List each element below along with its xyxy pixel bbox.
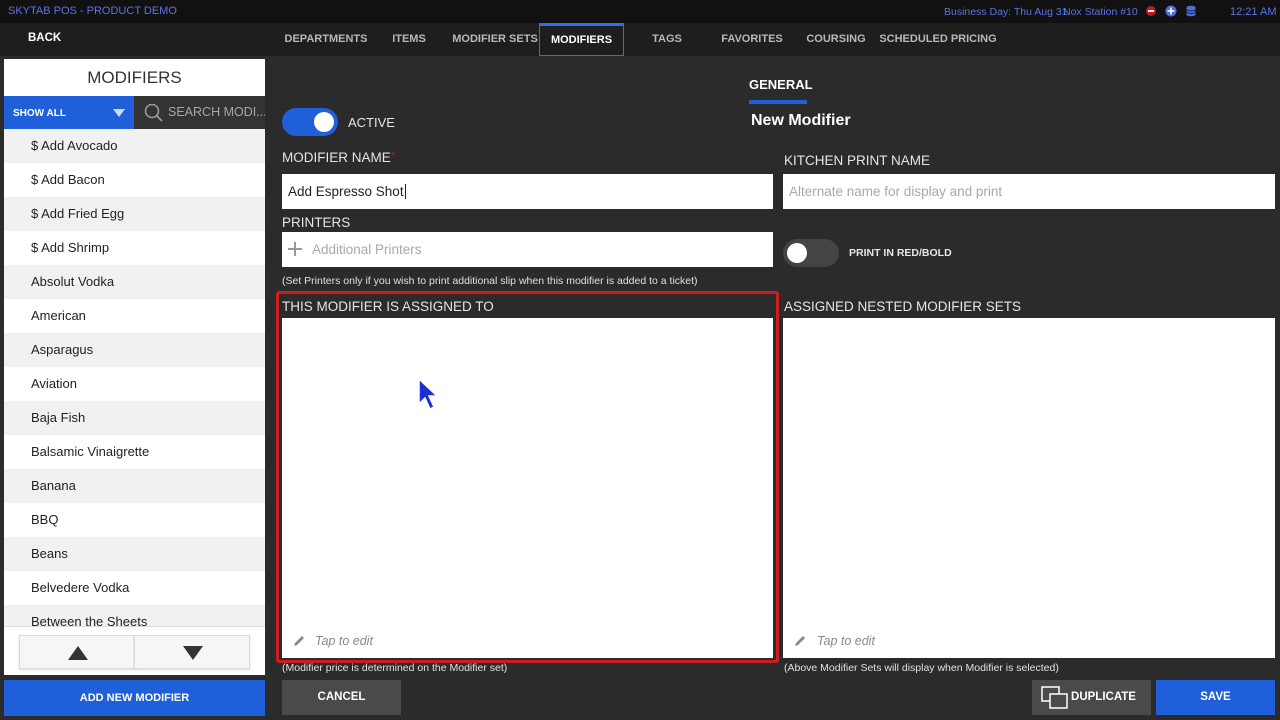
list-item[interactable]: Belvedere Vodka — [4, 571, 265, 605]
list-item[interactable]: Aviation — [4, 367, 265, 401]
status-bar: SKYTAB POS - PRODUCT DEMO Business Day: … — [0, 0, 1280, 23]
list-item[interactable]: Asparagus — [4, 333, 265, 367]
modifier-sidebar: MODIFIERS SHOW ALL SEARCH MODI... $ Add … — [4, 59, 265, 675]
active-toggle[interactable] — [282, 108, 338, 136]
tab-favorites[interactable]: FAVORITES — [712, 23, 792, 56]
tab-general[interactable]: GENERAL — [749, 77, 813, 92]
modifier-name-label-text: MODIFIER NAME — [282, 150, 391, 165]
nav-bar: BACK DEPARTMENTS ITEMS MODIFIER SETS MOD… — [0, 23, 1280, 56]
back-button[interactable]: BACK — [28, 32, 61, 44]
kitchen-print-name-field[interactable]: Alternate name for display and print — [783, 174, 1275, 209]
list-item[interactable]: Absolut Vodka — [4, 265, 265, 299]
tab-modifiers[interactable]: MODIFIERS — [539, 23, 624, 56]
kitchen-print-name-label: KITCHEN PRINT NAME — [784, 153, 931, 168]
station-label: Nox Station #10 — [1063, 6, 1138, 18]
tap-to-edit-label: Tap to edit — [817, 634, 875, 648]
arrow-up-icon — [68, 646, 88, 660]
modifier-name-value: Add Espresso Shot — [288, 184, 404, 199]
arrow-down-icon — [183, 646, 203, 660]
search-icon — [144, 103, 163, 122]
database-icon[interactable] — [1185, 5, 1197, 17]
tab-modifier-sets[interactable]: MODIFIER SETS — [450, 23, 540, 56]
toggle-knob — [787, 243, 807, 263]
tab-departments[interactable]: DEPARTMENTS — [276, 23, 376, 56]
duplicate-icon — [1041, 686, 1068, 709]
alert-icon[interactable] — [1145, 5, 1157, 17]
printers-field[interactable]: Additional Printers — [282, 232, 773, 267]
list-item[interactable]: $ Add Fried Egg — [4, 197, 265, 231]
sidebar-title: MODIFIERS — [87, 68, 182, 87]
list-item[interactable]: Banana — [4, 469, 265, 503]
nested-sets-label: ASSIGNED NESTED MODIFIER SETS — [784, 299, 1022, 314]
tab-scheduled-pricing[interactable]: SCHEDULED PRICING — [878, 23, 998, 56]
add-circle-icon[interactable] — [1165, 5, 1177, 17]
scroll-controls — [4, 626, 265, 675]
list-item[interactable]: $ Add Shrimp — [4, 231, 265, 265]
print-red-bold-toggle[interactable] — [783, 239, 839, 267]
list-item[interactable]: BBQ — [4, 503, 265, 537]
list-item[interactable]: $ Add Bacon — [4, 163, 265, 197]
list-item[interactable]: Beans — [4, 537, 265, 571]
page-title: New Modifier — [751, 112, 851, 129]
app-title: SKYTAB POS - PRODUCT DEMO — [8, 5, 177, 17]
tab-tags[interactable]: TAGS — [640, 23, 694, 56]
add-new-modifier-button[interactable]: ADD NEW MODIFIER — [4, 680, 265, 716]
printers-label: PRINTERS — [282, 215, 351, 230]
print-red-bold-label: PRINT IN RED/BOLD — [849, 247, 952, 259]
clock: 12:21 AM — [1230, 6, 1277, 18]
nested-note: (Above Modifier Sets will display when M… — [784, 662, 1059, 674]
modifier-name-field[interactable]: Add Espresso Shot — [282, 174, 773, 209]
printers-placeholder: Additional Printers — [312, 242, 422, 257]
duplicate-label: DUPLICATE — [1071, 691, 1136, 703]
chevron-down-icon — [113, 109, 125, 117]
required-mark: * — [390, 150, 396, 162]
general-tab-indicator — [749, 100, 807, 104]
modifier-name-label: MODIFIER NAME* — [282, 150, 395, 165]
active-label: ACTIVE — [348, 115, 395, 130]
list-item[interactable]: Balsamic Vinaigrette — [4, 435, 265, 469]
modifier-list: $ Add Avocado $ Add Bacon $ Add Fried Eg… — [4, 129, 265, 639]
assigned-note: (Modifier price is determined on the Mod… — [282, 662, 508, 674]
tab-items[interactable]: ITEMS — [380, 23, 438, 56]
nested-sets-panel[interactable]: Tap to edit — [783, 318, 1275, 658]
cancel-button[interactable]: CANCEL — [282, 680, 401, 715]
toggle-knob — [314, 112, 334, 132]
list-item[interactable]: Baja Fish — [4, 401, 265, 435]
scroll-up-button[interactable] — [19, 635, 135, 669]
list-item[interactable]: $ Add Avocado — [4, 129, 265, 163]
text-caret — [404, 184, 406, 199]
business-day: Business Day: Thu Aug 31 — [944, 6, 1068, 18]
pencil-icon — [795, 636, 805, 646]
save-button[interactable]: SAVE — [1156, 680, 1275, 715]
scroll-down-button[interactable] — [134, 635, 250, 669]
plus-icon — [288, 242, 302, 256]
highlight-box — [276, 291, 779, 663]
list-item[interactable]: American — [4, 299, 265, 333]
search-placeholder: SEARCH MODI... — [168, 105, 265, 119]
duplicate-button[interactable]: DUPLICATE — [1032, 680, 1151, 715]
tab-coursing[interactable]: COURSING — [800, 23, 872, 56]
filter-label: SHOW ALL — [13, 108, 66, 119]
printers-note: (Set Printers only if you wish to print … — [282, 275, 698, 287]
mouse-cursor-icon — [418, 378, 439, 411]
search-input[interactable]: SEARCH MODI... — [134, 96, 265, 129]
filter-dropdown[interactable]: SHOW ALL — [4, 96, 134, 129]
